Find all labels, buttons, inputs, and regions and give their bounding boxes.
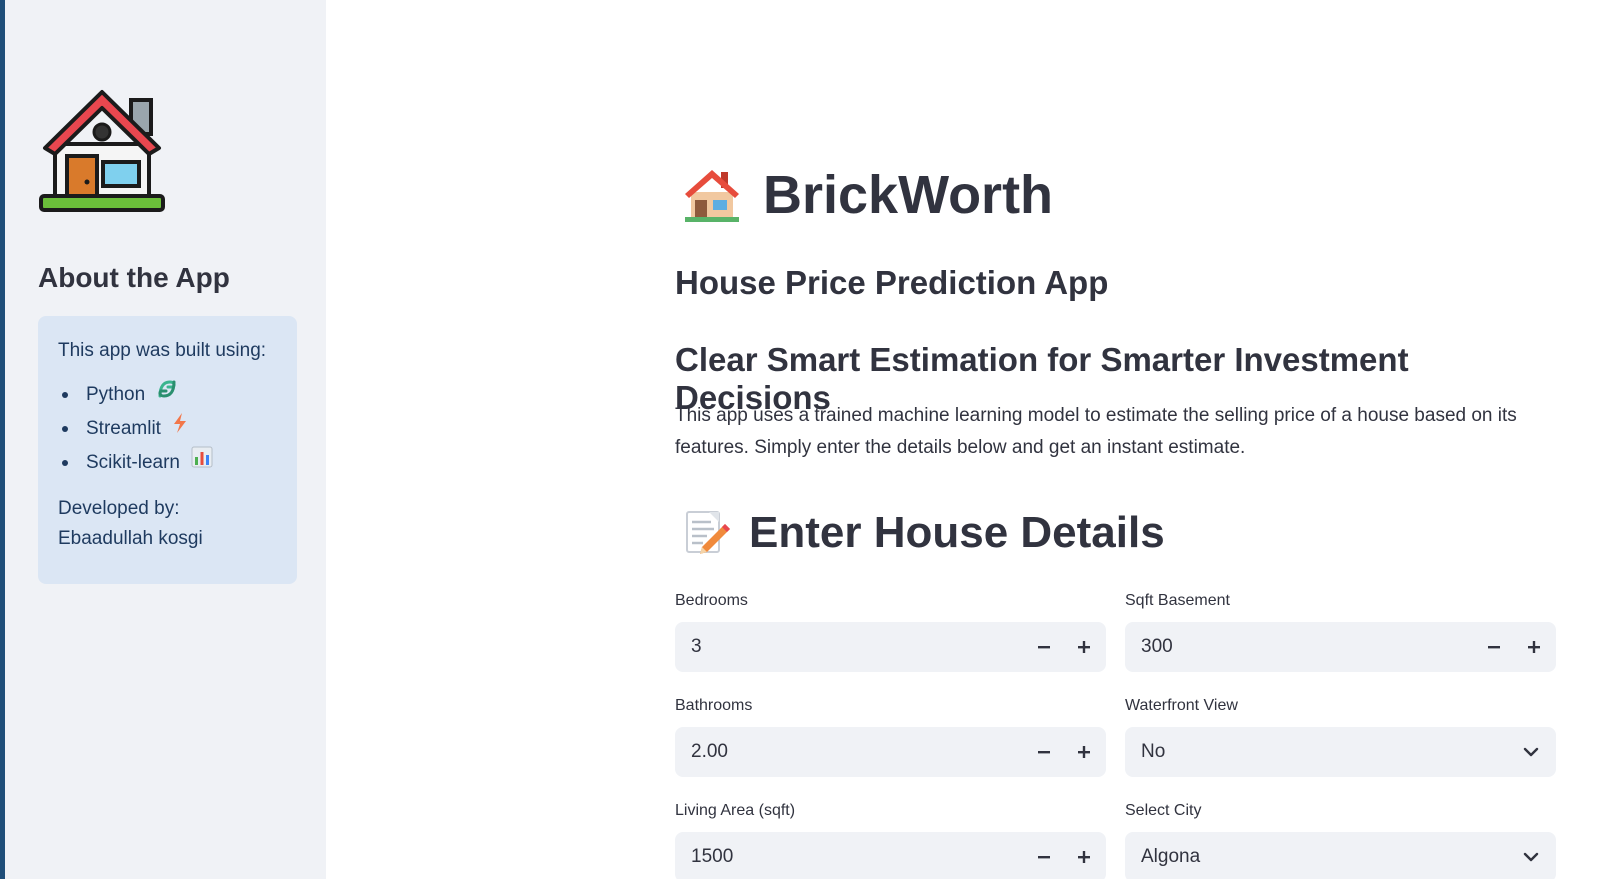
bedrooms-increment-button[interactable] [1064, 622, 1104, 672]
sqft-basement-label: Sqft Basement [1125, 592, 1230, 609]
sqft-basement-decrement-button[interactable] [1474, 622, 1514, 672]
house-icon [681, 164, 743, 226]
waterfront-field: Waterfront View No [1125, 695, 1556, 777]
section-title: Enter House Details [749, 508, 1165, 557]
sqft-basement-increment-button[interactable] [1514, 622, 1554, 672]
minus-icon [1488, 646, 1500, 649]
living-area-decrement-button[interactable] [1024, 832, 1064, 879]
chevron-down-icon[interactable] [1506, 852, 1556, 862]
bathrooms-increment-button[interactable] [1064, 727, 1104, 777]
plus-icon [1078, 641, 1090, 653]
info-intro: This app was built using: [58, 340, 267, 361]
main-content: BrickWorth House Price Prediction App Cl… [675, 0, 1556, 879]
bedrooms-field: Bedrooms 3 [675, 590, 1106, 672]
list-item: Streamlit [58, 412, 277, 446]
section-header: Enter House Details [681, 505, 1165, 561]
living-area-value[interactable]: 1500 [675, 846, 1024, 868]
page-title-row: BrickWorth [681, 162, 1053, 228]
city-field: Select City Algona [1125, 800, 1556, 879]
tools-list: Python Streamlit Scikit-learn [58, 378, 277, 480]
page-title: BrickWorth [763, 165, 1054, 225]
list-item: Python [58, 378, 277, 412]
bedrooms-decrement-button[interactable] [1024, 622, 1064, 672]
chevron-down-icon[interactable] [1506, 747, 1556, 757]
app-description: This app uses a trained machine learning… [675, 405, 1517, 458]
app-window: About the App This app was built using: … [0, 0, 1602, 879]
living-area-increment-button[interactable] [1064, 832, 1104, 879]
sqft-basement-value[interactable]: 300 [1125, 636, 1474, 658]
city-label: Select City [1125, 802, 1202, 819]
bathrooms-input[interactable]: 2.00 [675, 727, 1106, 777]
lightning-icon [172, 412, 188, 446]
city-select[interactable]: Algona [1125, 832, 1556, 879]
list-item: Scikit-learn [58, 446, 277, 480]
living-area-input[interactable]: 1500 [675, 832, 1106, 879]
bathrooms-label: Bathrooms [675, 697, 753, 714]
memo-icon [681, 508, 731, 558]
sidebar: About the App This app was built using: … [5, 0, 326, 879]
sqft-basement-field: Sqft Basement 300 [1125, 590, 1556, 672]
bedrooms-input[interactable]: 3 [675, 622, 1106, 672]
sidebar-heading: About the App [38, 262, 230, 293]
living-area-label: Living Area (sqft) [675, 802, 796, 819]
plus-icon [1078, 851, 1090, 863]
minus-icon [1038, 751, 1050, 754]
bedrooms-label: Bedrooms [675, 592, 748, 609]
page-subtitle: House Price Prediction App [675, 264, 1109, 301]
developer-name: Ebaadullah kosgi [58, 528, 203, 550]
bedrooms-value[interactable]: 3 [675, 636, 1024, 658]
house-icon [37, 88, 167, 218]
developed-by-label: Developed by: [58, 498, 180, 520]
plus-icon [1528, 641, 1540, 653]
tool-label: Python [86, 384, 146, 406]
minus-icon [1038, 646, 1050, 649]
python-icon [156, 378, 178, 412]
bathrooms-value[interactable]: 2.00 [675, 741, 1024, 763]
city-value[interactable]: Algona [1125, 846, 1506, 868]
waterfront-value[interactable]: No [1125, 741, 1506, 763]
bar-chart-icon [191, 446, 213, 480]
plus-icon [1078, 746, 1090, 758]
about-info-box: This app was built using: Python Streaml… [38, 316, 297, 584]
tool-label: Scikit-learn [86, 452, 180, 474]
minus-icon [1038, 856, 1050, 859]
bathrooms-decrement-button[interactable] [1024, 727, 1064, 777]
bathrooms-field: Bathrooms 2.00 [675, 695, 1106, 777]
waterfront-select[interactable]: No [1125, 727, 1556, 777]
sqft-basement-input[interactable]: 300 [1125, 622, 1556, 672]
tool-label: Streamlit [86, 418, 161, 440]
living-area-field: Living Area (sqft) 1500 [675, 800, 1106, 879]
waterfront-label: Waterfront View [1125, 697, 1238, 714]
